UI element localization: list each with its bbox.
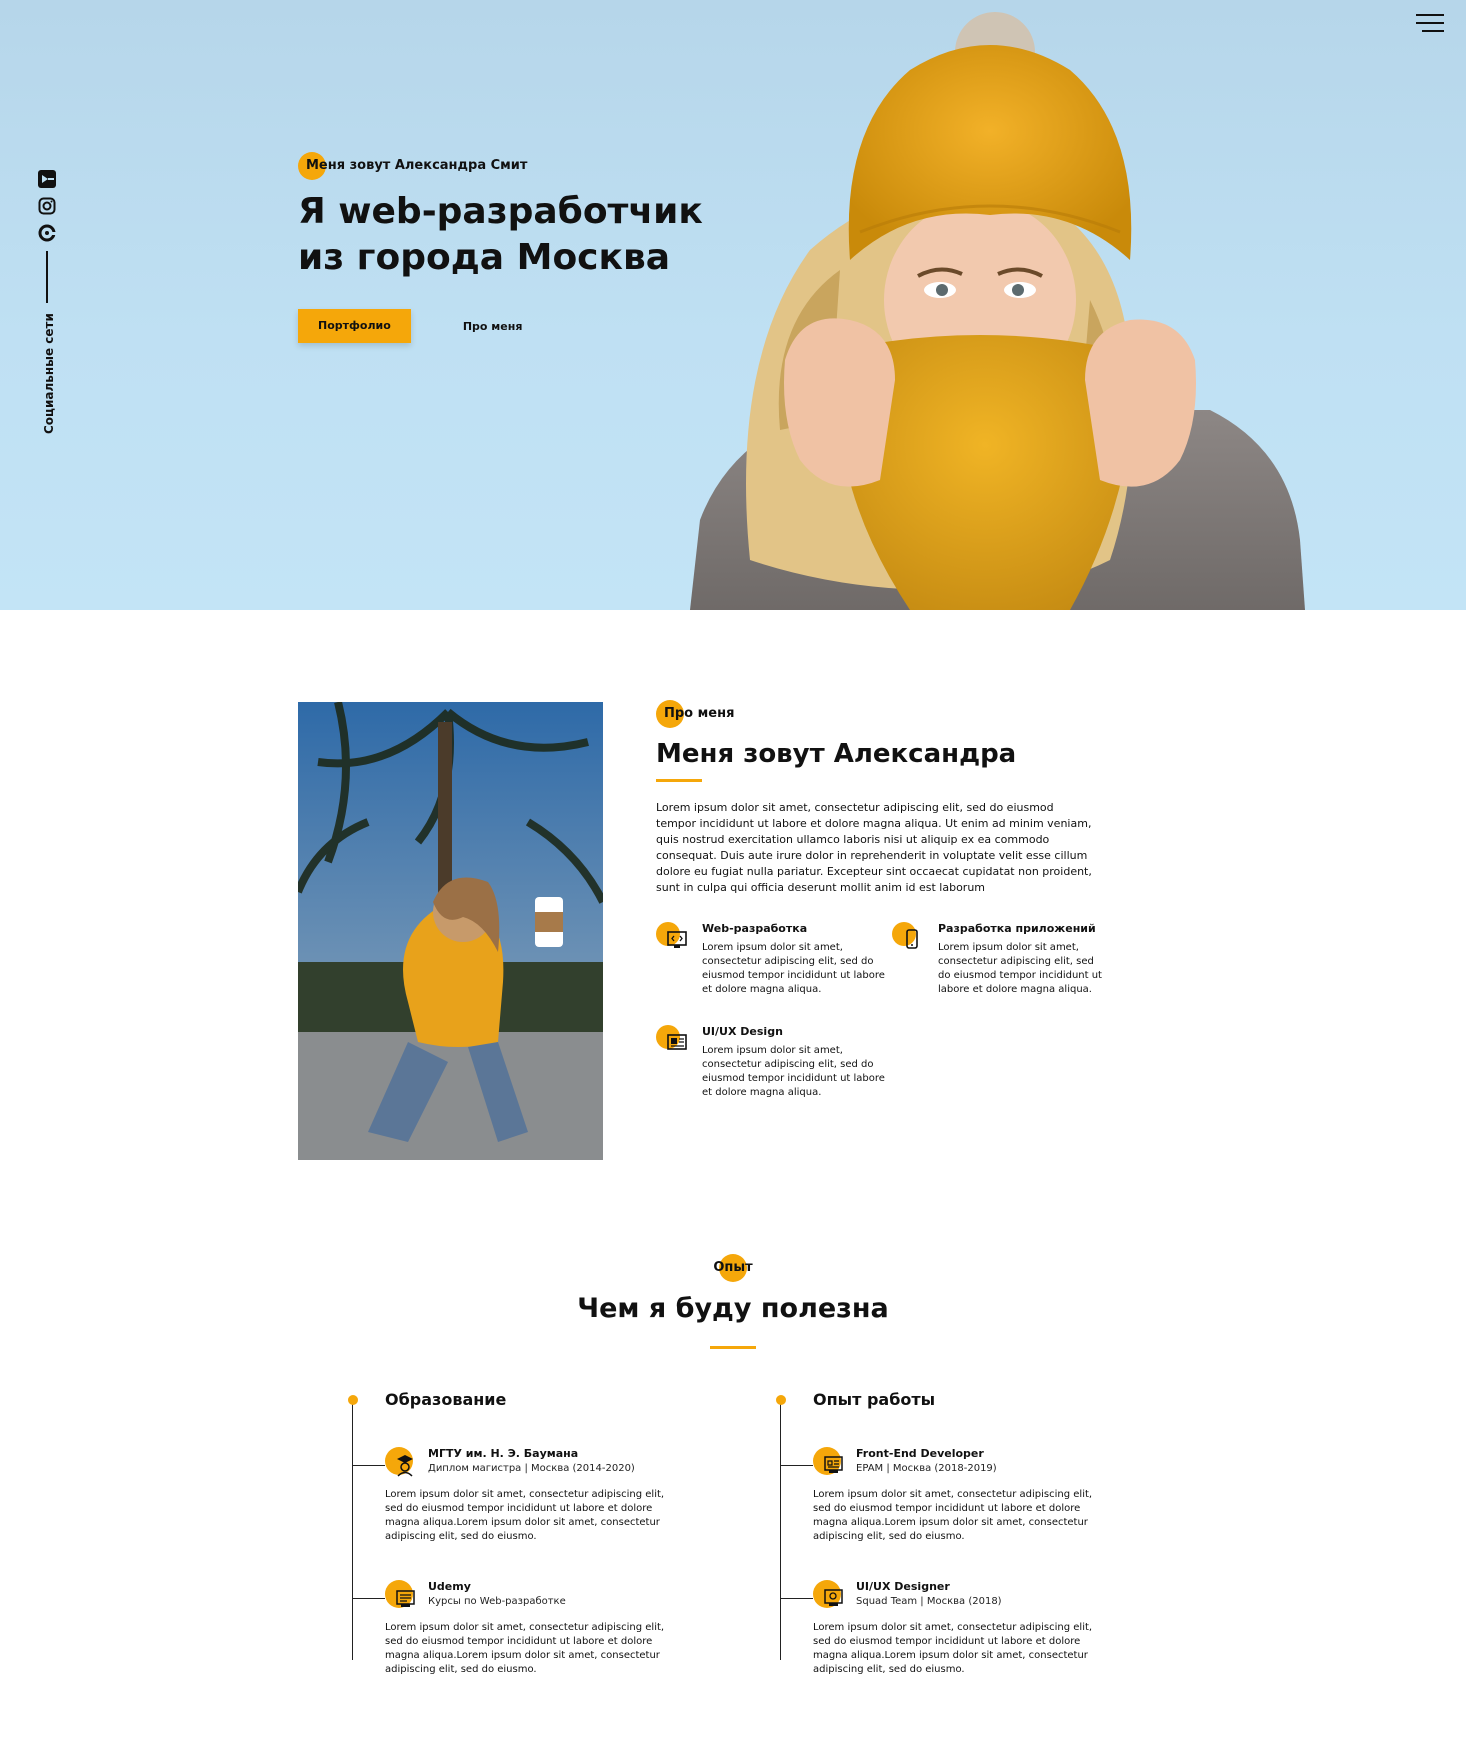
hero-portrait-image	[690, 12, 1305, 610]
social-divider	[46, 251, 48, 303]
graduate-icon	[385, 1447, 413, 1477]
hero-title: Я web-разработчик из города Москва	[298, 189, 718, 281]
entry-subtitle: Курсы по Web-разработке	[428, 1596, 566, 1607]
developer-icon	[813, 1447, 843, 1475]
entry-text: Lorem ipsum dolor sit amet, consectetur …	[813, 1622, 1093, 1675]
entry-text: Lorem ipsum dolor sit amet, consectetur …	[385, 1489, 665, 1542]
about-section: Про меня Меня зовут Александра Lorem ips…	[656, 699, 1102, 1100]
designer-icon	[813, 1580, 843, 1608]
social-links: Социальные сети	[38, 170, 58, 434]
service-text: Lorem ipsum dolor sit amet, consectetur …	[702, 1045, 885, 1098]
experience-header: Опыт Чем я буду полезна	[0, 1253, 1466, 1349]
experience-title: Чем я буду полезна	[577, 1293, 889, 1324]
entry-subtitle: Диплом магистра | Москва (2014-2020)	[428, 1463, 635, 1474]
education-column: Образование МГТУ им. Н. Э. Баумана Дипло…	[348, 1390, 678, 1675]
work-entry: UI/UX Designer Squad Team | Москва (2018…	[780, 1580, 1103, 1677]
service-title: Web-разработка	[702, 922, 808, 935]
instagram-icon[interactable]	[38, 197, 56, 215]
github-icon[interactable]	[38, 224, 56, 242]
hero-buttons: Портфолио Про меня	[298, 309, 718, 343]
timeline-tick	[352, 1598, 385, 1599]
service-title: UI/UX Design	[702, 1025, 783, 1038]
hero-text: Меня зовут Александра Смит Я web-разрабо…	[298, 151, 718, 343]
service-apps: Разработка приложений Lorem ipsum dolor …	[892, 922, 1102, 997]
social-label: Социальные сети	[42, 313, 56, 434]
entry-subtitle: Squad Team | Москва (2018)	[856, 1596, 1002, 1607]
services-list: Web-разработка Lorem ipsum dolor sit ame…	[656, 922, 1102, 1100]
entry-title: UI/UX Designer	[856, 1580, 950, 1593]
work-entry: Front-End Developer EPAM | Москва (2018-…	[780, 1447, 1103, 1544]
timeline-dot	[348, 1395, 358, 1405]
smartphone-icon	[892, 922, 918, 949]
education-entry: Udemy Курсы по Web-разработке Lorem ipsu…	[352, 1580, 675, 1677]
timeline-tick	[780, 1465, 813, 1466]
work-column: Опыт работы Front-End Developer EPAM | М…	[776, 1390, 1106, 1675]
timeline-tick	[780, 1598, 813, 1599]
about-link[interactable]: Про меня	[463, 320, 523, 333]
work-title: Опыт работы	[813, 1390, 936, 1409]
hero-title-line-2: из города Москва	[298, 237, 671, 278]
entry-text: Lorem ipsum dolor sit amet, consectetur …	[813, 1489, 1093, 1542]
monitor-code-icon	[656, 922, 687, 948]
about-title: Меня зовут Александра	[656, 739, 1017, 769]
service-text: Lorem ipsum dolor sit amet, consectetur …	[938, 942, 1102, 995]
experience-underline	[710, 1346, 756, 1349]
service-uiux: UI/UX Design Lorem ipsum dolor sit amet,…	[656, 1025, 892, 1100]
entry-title: МГТУ им. Н. Э. Баумана	[428, 1447, 579, 1460]
timeline-line	[352, 1402, 353, 1660]
entry-title: Front-End Developer	[856, 1447, 984, 1460]
timeline-line	[780, 1402, 781, 1660]
hero-section: Социальные сети Меня зовут Александра См…	[0, 0, 1466, 610]
about-kicker: Про меня	[656, 699, 734, 728]
experience-kicker: Опыт	[713, 1253, 753, 1282]
entry-subtitle: EPAM | Москва (2018-2019)	[856, 1463, 997, 1474]
hero-title-line-1: Я web-разработчик	[298, 191, 703, 232]
about-underline	[656, 779, 702, 782]
entry-text: Lorem ipsum dolor sit amet, consectetur …	[385, 1622, 665, 1675]
service-web: Web-разработка Lorem ipsum dolor sit ame…	[656, 922, 892, 997]
service-text: Lorem ipsum dolor sit amet, consectetur …	[702, 942, 885, 995]
about-text: Lorem ipsum dolor sit amet, consectetur …	[656, 801, 1092, 894]
hero-kicker: Меня зовут Александра Смит	[298, 151, 527, 180]
online-course-icon	[385, 1580, 415, 1608]
design-icon	[656, 1025, 687, 1050]
about-photo-image	[298, 702, 603, 1160]
portfolio-button[interactable]: Портфолио	[298, 309, 411, 343]
hamburger-menu-icon[interactable]	[1414, 14, 1444, 36]
education-title: Образование	[385, 1390, 507, 1409]
service-title: Разработка приложений	[938, 922, 1096, 935]
youtube-icon[interactable]	[38, 170, 56, 188]
timeline-dot	[776, 1395, 786, 1405]
education-entry: МГТУ им. Н. Э. Баумана Диплом магистра |…	[352, 1447, 675, 1544]
entry-title: Udemy	[428, 1580, 471, 1593]
timeline-tick	[352, 1465, 385, 1466]
